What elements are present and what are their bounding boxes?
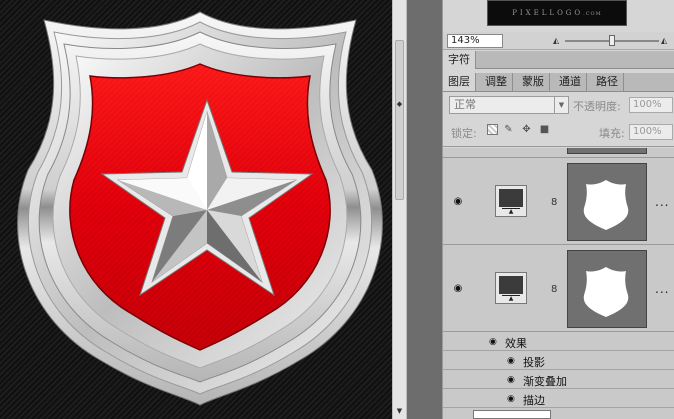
navigator-thumbnail[interactable]: PIXELLOGO.COM: [487, 0, 627, 26]
tab-layers[interactable]: 图层: [443, 73, 476, 91]
layer-row-partial[interactable]: [443, 148, 674, 158]
eye-icon[interactable]: ◉: [507, 356, 515, 366]
tab-paths[interactable]: 路径: [591, 73, 624, 91]
effect-row-stroke[interactable]: ◉ 描边: [443, 390, 674, 408]
tab-masks[interactable]: 蒙版: [517, 73, 550, 91]
fill-input[interactable]: 100%: [629, 124, 673, 140]
layer-row[interactable]: ◉ ▲ 8 ...: [443, 246, 674, 332]
document-canvas[interactable]: [0, 0, 392, 419]
eye-icon[interactable]: ◉: [451, 284, 465, 294]
effect-label: 描边: [523, 394, 545, 407]
layer-more-icon[interactable]: ...: [655, 195, 669, 209]
blend-mode-select[interactable]: 正常 ▼: [449, 96, 569, 114]
effect-row-gradient-overlay[interactable]: ◉ 渐变叠加: [443, 371, 674, 389]
character-tab-row: 字符: [443, 51, 674, 69]
eye-icon[interactable]: ◉: [507, 394, 515, 404]
layer-thumbnail: ▲: [495, 185, 527, 217]
mountain-large-icon[interactable]: ◭: [661, 36, 667, 45]
layers-tab-row: 图层 调整 蒙版 通道 路径: [443, 73, 674, 92]
layer-mask-thumbnail[interactable]: [567, 163, 647, 241]
shield-mask-shape: [583, 267, 629, 317]
shield-mask-shape: [583, 180, 629, 230]
effects-header-row[interactable]: ◉ 效果: [443, 333, 674, 351]
blend-mode-value: 正常: [454, 98, 476, 111]
shield-artwork: [17, 11, 383, 406]
scroll-down-icon[interactable]: ▼: [393, 407, 406, 415]
canvas-vertical-scrollbar[interactable]: ◆ ▼: [392, 0, 407, 419]
zoom-input[interactable]: 143%: [447, 34, 503, 48]
navigator-thumb-sub: .COM: [583, 11, 602, 17]
layer-more-icon[interactable]: ...: [655, 282, 669, 296]
fill-label: 填充:: [599, 127, 625, 140]
layer-row[interactable]: ◉ ▲ 8 ...: [443, 159, 674, 245]
partial-mask-thumb: [567, 148, 647, 154]
eye-icon[interactable]: ◉: [507, 375, 515, 385]
tab-channels[interactable]: 通道: [554, 73, 587, 91]
scroll-up-icon[interactable]: ◆: [393, 100, 406, 108]
zoom-slider-knob[interactable]: [609, 35, 615, 46]
chain-link-icon[interactable]: 8: [551, 197, 557, 208]
navigator-zoom-row: 143% ◭ ◭: [443, 32, 674, 50]
layer-thumbnail: ▲: [495, 272, 527, 304]
opacity-input[interactable]: 100%: [629, 97, 673, 113]
eye-icon[interactable]: ◉: [451, 197, 465, 207]
scrollbar-thumb[interactable]: [395, 40, 404, 200]
layers-list: ◉ ▲ 8 ... ◉ ▲ 8 ... ◉ 效果 ◉ 投影 ◉ 渐变叠加 ◉ 描…: [443, 148, 674, 419]
effect-label: 渐变叠加: [523, 375, 567, 388]
right-panel: PIXELLOGO.COM 143% ◭ ◭ 字符 图层 调整 蒙版 通道 路径…: [442, 0, 674, 419]
move-icon[interactable]: ✥: [521, 124, 532, 135]
layer-mask-thumbnail[interactable]: [567, 250, 647, 328]
mountain-small-icon[interactable]: ◭: [553, 36, 559, 45]
effect-row-drop-shadow[interactable]: ◉ 投影: [443, 352, 674, 370]
lock-label: 锁定:: [451, 127, 477, 140]
next-layer-thumbnail: [473, 410, 551, 419]
eye-icon[interactable]: ◉: [489, 337, 497, 347]
layer-options: 正常 ▼ 不透明度: 100% 锁定: ✎ ✥ ■ 填充: 100%: [443, 92, 674, 147]
lock-icon[interactable]: ■: [539, 124, 550, 135]
panel-gutter: [407, 0, 442, 419]
tab-character[interactable]: 字符: [443, 51, 476, 69]
zoom-slider[interactable]: [565, 35, 659, 46]
chain-link-icon[interactable]: 8: [551, 284, 557, 295]
lock-transparency-icon[interactable]: [487, 124, 498, 135]
effects-header-label: 效果: [505, 337, 527, 350]
tab-adjustments[interactable]: 调整: [480, 73, 513, 91]
brush-icon[interactable]: ✎: [503, 124, 514, 135]
navigator-thumb-text: PIXELLOGO: [512, 9, 584, 17]
chevron-down-icon: ▼: [554, 97, 568, 113]
photoshop-window: ◆ ▼ PIXELLOGO.COM 143% ◭ ◭ 字符 图层 调整 蒙版 通…: [0, 0, 674, 419]
opacity-label: 不透明度:: [573, 100, 621, 113]
effect-label: 投影: [523, 356, 545, 369]
